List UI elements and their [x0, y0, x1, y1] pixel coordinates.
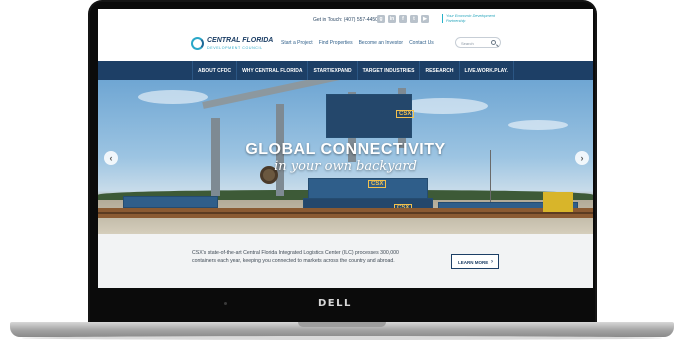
logo-name: CENTRAL FLORIDA	[207, 37, 274, 44]
social-links: g in f t ▶	[377, 15, 429, 23]
partner-tagline: Your Economic Development Partnership	[442, 14, 502, 24]
utility-nav: Start a Project Find Properties Become a…	[281, 40, 434, 46]
main-nav: ABOUT CFDC WHY CENTRAL FLORIDA START/EXP…	[98, 61, 593, 80]
nav-start-a-project[interactable]: Start a Project	[281, 40, 313, 46]
nav-contact-us[interactable]: Contact Us	[409, 40, 434, 46]
chevron-left-icon: ‹	[109, 153, 113, 163]
main-nav-why-central-florida[interactable]: WHY CENTRAL FLORIDA	[237, 61, 309, 80]
facebook-icon[interactable]: f	[399, 15, 407, 23]
gplus-icon[interactable]: g	[377, 15, 385, 23]
logo-mark-icon	[191, 37, 204, 50]
cfdc-logo[interactable]: CENTRAL FLORIDA DEVELOPMENT COUNCIL	[191, 36, 274, 52]
cloud	[138, 90, 208, 104]
shipping-container	[123, 196, 218, 208]
youtube-icon[interactable]: ▶	[421, 15, 429, 23]
hero-subtitle: in your own backyard	[274, 159, 417, 174]
main-nav-research[interactable]: RESEARCH	[420, 61, 460, 80]
chevron-right-icon: ›	[491, 258, 493, 265]
hero-slider: CSX CSX CSX GLOBAL CONNECTIVITY in your …	[98, 80, 593, 234]
main-nav-start-expand[interactable]: START/EXPAND	[308, 61, 358, 80]
csx-mark: CSX	[368, 180, 387, 188]
main-nav-live-work-play[interactable]: LIVE.WORK.PLAY.	[460, 61, 514, 80]
lid-opening-notch	[298, 322, 386, 327]
linkedin-icon[interactable]: in	[388, 15, 396, 23]
laptop-brand-logo: DELL	[318, 298, 352, 309]
learn-more-label: LEARN MORE	[458, 259, 489, 265]
logo-subtitle: DEVELOPMENT COUNCIL	[207, 46, 263, 50]
laptop-base	[10, 322, 674, 337]
nav-become-investor[interactable]: Become an Investor	[359, 40, 403, 46]
webcam	[224, 302, 227, 305]
rail-track	[98, 212, 593, 214]
main-nav-target-industries[interactable]: TARGET INDUSTRIES	[358, 61, 421, 80]
top-utility-bar: Get in Touch: (407) 557-4450 g in f t ▶ …	[98, 9, 593, 31]
nav-find-properties[interactable]: Find Properties	[319, 40, 353, 46]
yard-vehicle	[543, 192, 573, 212]
twitter-icon[interactable]: t	[410, 15, 418, 23]
main-nav-about[interactable]: ABOUT CFDC	[192, 61, 238, 80]
browser-screen: Get in Touch: (407) 557-4450 g in f t ▶ …	[98, 9, 593, 288]
laptop-shadow	[22, 336, 662, 340]
slider-next-button[interactable]: ›	[575, 151, 589, 165]
search-input[interactable]: Search	[455, 37, 501, 48]
cloud	[508, 120, 568, 130]
search-placeholder: Search	[461, 40, 474, 46]
learn-more-button[interactable]: LEARN MORE ›	[451, 254, 499, 269]
chevron-right-icon: ›	[580, 153, 584, 163]
hero-caption: CSX's state-of-the-art Central Florida I…	[98, 234, 593, 288]
hero-title: GLOBAL CONNECTIVITY	[245, 141, 446, 158]
slider-prev-button[interactable]: ‹	[104, 151, 118, 165]
caption-text: CSX's state-of-the-art Central Florida I…	[192, 250, 399, 264]
csx-mark: CSX	[396, 110, 415, 118]
search-icon[interactable]	[491, 40, 496, 45]
contact-phone[interactable]: Get in Touch: (407) 557-4450	[313, 17, 378, 23]
